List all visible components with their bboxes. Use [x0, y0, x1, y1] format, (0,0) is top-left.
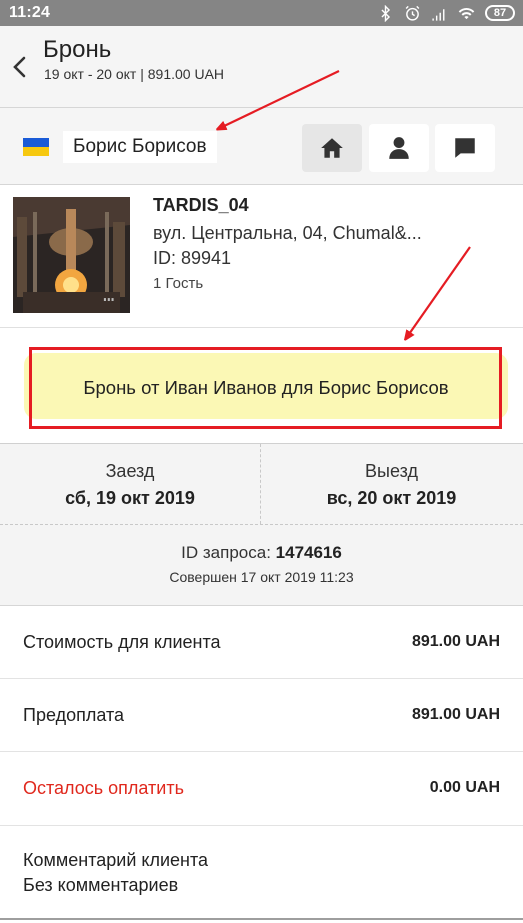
tab-home[interactable] [302, 124, 362, 172]
guest-name: Борис Борисов [63, 131, 217, 163]
cost-label: Осталось оплатить [23, 778, 184, 798]
request-created: Совершен 17 окт 2019 11:23 [169, 569, 354, 585]
tab-messages[interactable] [435, 124, 495, 172]
highlight-box [29, 347, 502, 429]
cost-row-remaining: Осталось оплатить 0.00 UAH [0, 752, 523, 826]
request-id-label: ID запроса: [181, 543, 271, 562]
bluetooth-icon [381, 4, 391, 22]
alarm-icon [405, 5, 420, 21]
tab-guest-profile[interactable] [369, 124, 429, 172]
cost-value: 0.00 UAH [429, 779, 500, 796]
page-subtitle: 19 окт - 20 окт | 891.00 UAH [44, 66, 225, 82]
cost-row-prepayment: Предоплата 891.00 UAH [0, 679, 523, 752]
checkout-block: Выезд вс, 20 окт 2019 [261, 444, 522, 524]
property-id: ID: 89941 [153, 248, 232, 268]
page-title: Бронь [43, 36, 112, 63]
checkin-block: Заезд сб, 19 окт 2019 [0, 444, 261, 524]
home-icon [321, 138, 343, 158]
guest-row: Борис Борисов [0, 108, 523, 185]
status-bar: 11:24 87 [0, 0, 523, 26]
cost-label: Предоплата [23, 705, 124, 725]
cost-label: Стоимость для клиента [23, 632, 221, 652]
person-icon [389, 137, 409, 159]
app-header: Бронь 19 окт - 20 окт | 891.00 UAH [0, 26, 523, 108]
checkin-value: сб, 19 окт 2019 [65, 488, 195, 508]
property-name: TARDIS_04 [153, 195, 249, 215]
status-icons: 87 [377, 3, 515, 23]
cost-value: 891.00 UAH [411, 633, 500, 650]
checkout-value: вс, 20 окт 2019 [326, 488, 457, 508]
signal-icon [432, 8, 445, 21]
back-arrow-icon[interactable] [10, 56, 32, 78]
ukraine-flag-icon [23, 138, 49, 156]
comment-label: Комментарий клиента [23, 850, 209, 870]
checkin-label: Заезд [105, 461, 155, 481]
wifi-icon [458, 7, 475, 19]
client-comment: Комментарий клиента Без комментариев [0, 826, 523, 923]
comment-value: Без комментариев [23, 875, 179, 895]
request-id-value: 1474616 [275, 543, 342, 562]
checkout-label: Выезд [365, 461, 418, 481]
property-address: вул. Центральна, 04, Chumal&... [153, 223, 422, 243]
property-card[interactable]: ∎∎∎ TARDIS_04 вул. Центральна, 04, Chuma… [0, 185, 523, 328]
booking-note-section: Бронь от Иван Иванов для Борис Борисов [0, 328, 523, 444]
chat-icon [455, 138, 475, 158]
property-photo: ∎∎∎ [13, 197, 130, 313]
request-info: ID запроса: 1474616 Совершен 17 окт 2019… [0, 525, 523, 606]
divider [0, 918, 523, 920]
request-id-line: ID запроса: 1474616 [0, 543, 523, 563]
guest-count: 1 Гость [153, 275, 204, 292]
status-time: 11:24 [9, 4, 51, 21]
svg-text:∎∎∎: ∎∎∎ [103, 296, 114, 303]
cost-value: 891.00 UAH [411, 706, 500, 723]
stay-dates: Заезд сб, 19 окт 2019 Выезд вс, 20 окт 2… [0, 444, 523, 525]
battery-icon: 87 [485, 5, 515, 21]
cost-row-client-price: Стоимость для клиента 891.00 UAH [0, 606, 523, 679]
